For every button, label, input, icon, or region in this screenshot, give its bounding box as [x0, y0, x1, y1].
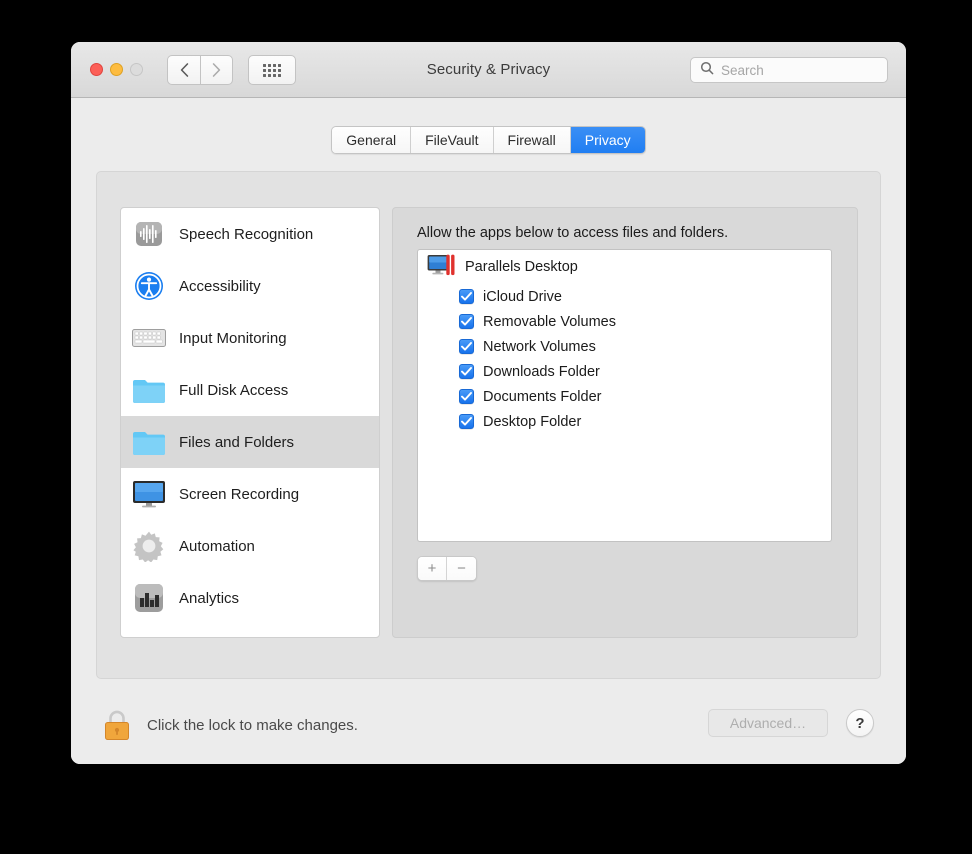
permission-checkbox[interactable] [459, 364, 474, 379]
permission-row[interactable]: Documents Folder [418, 384, 831, 409]
remove-app-button[interactable]: − [447, 557, 476, 580]
lock-status-text: Click the lock to make changes. [147, 717, 358, 734]
folder-icon [131, 374, 167, 406]
window-footer: Click the lock to make changes. Advanced… [71, 684, 906, 764]
permission-row[interactable]: Network Volumes [418, 334, 831, 359]
app-permissions-list[interactable]: Parallels Desktop iCloud Drive Removable… [417, 249, 832, 542]
window-titlebar: Security & Privacy [71, 42, 906, 98]
sidebar-item-speech-recognition[interactable]: Speech Recognition [121, 208, 379, 260]
permission-label: Downloads Folder [483, 364, 600, 380]
sidebar-item-input-monitoring[interactable]: Input Monitoring [121, 312, 379, 364]
closed-lock-icon [100, 730, 134, 747]
gear-icon [131, 530, 167, 562]
permission-checkbox[interactable] [459, 389, 474, 404]
permission-row[interactable]: Desktop Folder [418, 409, 831, 434]
parallels-desktop-icon [427, 254, 457, 280]
sidebar-item-label: Accessibility [179, 278, 261, 295]
privacy-pane: Speech Recognition Accessibility [96, 171, 881, 679]
help-button[interactable]: ? [846, 709, 874, 737]
advanced-button[interactable]: Advanced… [708, 709, 828, 737]
sidebar-item-label: Full Disk Access [179, 382, 288, 399]
search-icon [700, 61, 714, 80]
display-icon [131, 478, 167, 510]
permission-label: iCloud Drive [483, 289, 562, 305]
permission-row[interactable]: Removable Volumes [418, 309, 831, 334]
sidebar-item-files-and-folders[interactable]: Files and Folders [121, 416, 379, 468]
sidebar-item-advertising[interactable]: Advertising [121, 624, 379, 638]
sidebar-item-label: Input Monitoring [179, 330, 287, 347]
permission-row[interactable]: Downloads Folder [418, 359, 831, 384]
permission-checkbox[interactable] [459, 289, 474, 304]
permission-label: Network Volumes [483, 339, 596, 355]
permission-label: Removable Volumes [483, 314, 616, 330]
sidebar-item-full-disk-access[interactable]: Full Disk Access [121, 364, 379, 416]
sidebar-item-label: Files and Folders [179, 434, 294, 451]
sidebar-item-label: Analytics [179, 590, 239, 607]
tab-privacy[interactable]: Privacy [571, 127, 645, 153]
add-app-button[interactable]: + [418, 557, 447, 580]
search-field[interactable] [690, 57, 888, 83]
permission-checkbox[interactable] [459, 414, 474, 429]
app-entry-parallels-desktop[interactable]: Parallels Desktop [418, 250, 831, 284]
lock-button[interactable] [100, 707, 134, 743]
system-preferences-window: Security & Privacy General FileVault Fir… [71, 42, 906, 764]
tab-firewall[interactable]: Firewall [494, 127, 571, 153]
sidebar-item-label: Automation [179, 538, 255, 555]
sidebar-item-automation[interactable]: Automation [121, 520, 379, 572]
search-input[interactable] [721, 63, 871, 78]
sidebar-item-label: Speech Recognition [179, 226, 313, 243]
permission-checkbox[interactable] [459, 339, 474, 354]
permission-row[interactable]: iCloud Drive [418, 284, 831, 309]
sidebar-item-analytics[interactable]: Analytics [121, 572, 379, 624]
pane-description: Allow the apps below to access files and… [417, 225, 728, 241]
accessibility-icon [131, 270, 167, 302]
app-name: Parallels Desktop [465, 259, 578, 275]
add-remove-button-group: + − [417, 556, 477, 581]
folder-icon [131, 426, 167, 458]
sidebar-item-label: Screen Recording [179, 486, 299, 503]
permissions-pane: Allow the apps below to access files and… [392, 207, 858, 638]
tab-general[interactable]: General [332, 127, 411, 153]
megaphone-icon [131, 634, 167, 638]
permission-checkbox[interactable] [459, 314, 474, 329]
keyboard-icon [131, 322, 167, 354]
sidebar-item-screen-recording[interactable]: Screen Recording [121, 468, 379, 520]
waveform-icon [131, 218, 167, 250]
privacy-category-list[interactable]: Speech Recognition Accessibility [120, 207, 380, 638]
tab-bar: General FileVault Firewall Privacy [71, 126, 906, 154]
sidebar-item-accessibility[interactable]: Accessibility [121, 260, 379, 312]
permission-label: Desktop Folder [483, 414, 581, 430]
permission-label: Documents Folder [483, 389, 601, 405]
bar-chart-icon [131, 582, 167, 614]
tab-filevault[interactable]: FileVault [411, 127, 493, 153]
